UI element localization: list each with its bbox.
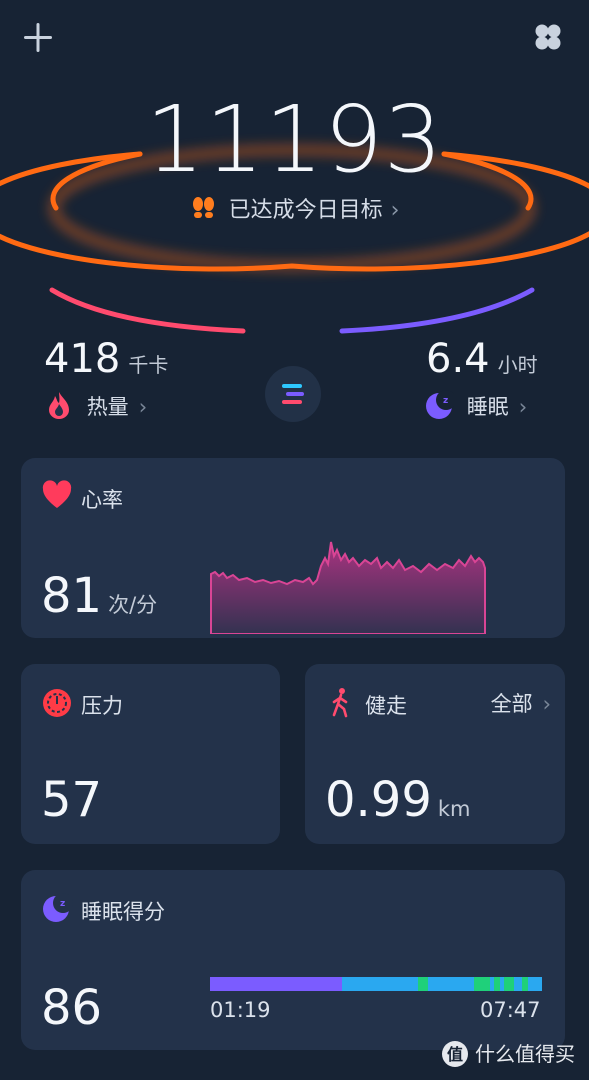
walking-filter-dropdown[interactable]: 全部 › xyxy=(491,688,551,718)
menu-button[interactable] xyxy=(528,18,568,58)
calories-arc xyxy=(49,287,246,334)
walking-person-icon xyxy=(325,686,357,718)
chevron-right-icon: › xyxy=(390,198,400,223)
sleep-score-value: 86 xyxy=(41,980,103,1036)
stress-value: 57 xyxy=(41,772,103,828)
stress-title: 压力 xyxy=(81,694,123,718)
sleep-stat[interactable]: 6.4 小时 xyxy=(426,336,538,382)
sleep-score-card[interactable]: z 睡眠得分 86 01:19 07:47 xyxy=(21,870,565,1050)
heart-rate-reading: 81 次/分 xyxy=(41,568,157,624)
sleep-arc xyxy=(339,287,535,334)
add-button[interactable] xyxy=(20,18,60,58)
grid-four-circles-icon xyxy=(535,24,561,50)
heart-rate-unit: 次/分 xyxy=(108,593,158,617)
walking-value: 0.99 xyxy=(325,772,432,828)
flame-icon xyxy=(46,392,79,419)
svg-text:z: z xyxy=(443,396,448,406)
calories-unit: 千卡 xyxy=(128,353,169,377)
stress-card[interactable]: 压力 57 xyxy=(21,664,280,844)
sleep-start-time: 01:19 xyxy=(210,998,271,1022)
sleep-label: 睡眠 xyxy=(466,395,509,419)
steps-goal-link[interactable]: 已达成今日目标 › xyxy=(0,192,589,224)
calories-label: 热量 xyxy=(86,395,129,419)
sleep-label-link[interactable]: z 睡眠 › xyxy=(424,390,527,421)
walking-reading: 0.99 km xyxy=(325,772,471,828)
heart-rate-chart xyxy=(210,541,486,634)
sleep-score-title: 睡眠得分 xyxy=(81,900,165,924)
svg-text:值: 值 xyxy=(447,1045,463,1064)
steps-goal-text: 已达成今日目标 xyxy=(228,198,383,223)
moon-sleep-icon: z xyxy=(424,390,461,419)
stopwatch-icon xyxy=(41,686,73,718)
sleep-end-time: 07:47 xyxy=(480,998,541,1022)
heart-icon xyxy=(41,480,73,512)
steps-count: 11193 xyxy=(145,86,444,193)
sleep-value: 6.4 xyxy=(426,336,490,382)
chevron-right-icon: › xyxy=(542,692,551,716)
calories-value: 418 xyxy=(44,336,121,382)
footprints-icon xyxy=(190,197,223,223)
heart-rate-value: 81 xyxy=(41,568,103,624)
svg-text:z: z xyxy=(60,899,65,909)
list-lines-icon xyxy=(282,384,304,404)
watermark: 值 什么值得买 xyxy=(441,1038,575,1068)
walking-card[interactable]: 健走 全部 › 0.99 km xyxy=(305,664,565,844)
sleep-unit: 小时 xyxy=(497,353,538,377)
walking-unit: km xyxy=(437,797,471,821)
sleep-stage-bar xyxy=(210,977,542,991)
value-logo-icon: 值 xyxy=(441,1041,475,1067)
calories-label-link[interactable]: 热量 › xyxy=(46,390,147,421)
plus-icon xyxy=(24,23,52,52)
moon-sleep-icon: z xyxy=(41,892,73,924)
heart-rate-title: 心率 xyxy=(81,488,123,512)
summary-list-button[interactable] xyxy=(265,366,321,422)
walking-filter-label: 全部 xyxy=(490,692,533,716)
chevron-right-icon: › xyxy=(138,395,148,419)
calories-stat[interactable]: 418 千卡 xyxy=(44,336,168,382)
chevron-right-icon: › xyxy=(518,395,528,419)
walking-title: 健走 xyxy=(365,694,407,718)
watermark-text: 什么值得买 xyxy=(475,1042,575,1066)
heart-rate-card[interactable]: 心率 81 次/分 xyxy=(21,458,565,638)
